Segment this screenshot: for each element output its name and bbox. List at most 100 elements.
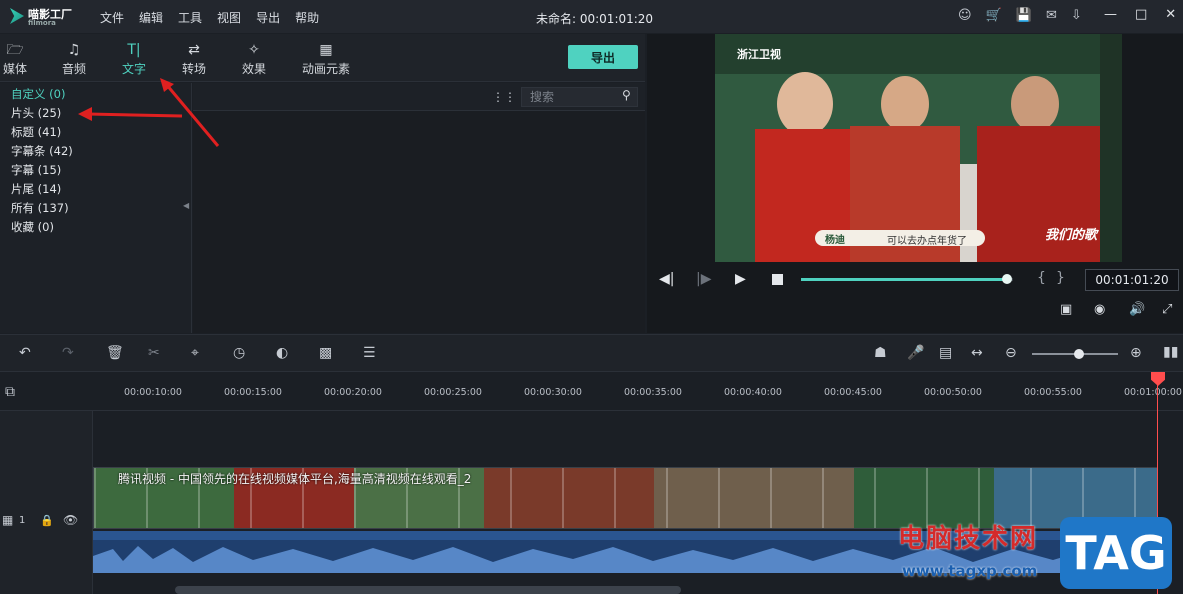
collapse-arrow-icon[interactable]: ◀ [183,201,189,210]
arrowhead-opener [78,107,92,121]
ruler-tick: 00:01:00:00 [1124,387,1182,398]
category-all[interactable]: 所有 (137) [11,200,69,216]
annotation-arrows [78,78,220,147]
ruler-tick: 00:00:50:00 [924,387,982,398]
redo-icon[interactable]: ↷ [62,345,74,361]
preview-timecode: 00:01:01:20 [1085,269,1179,291]
adjust-icon[interactable]: ☰ [363,345,376,361]
mark-out-icon[interactable]: } [1056,270,1065,286]
lock-icon[interactable]: 🔒 [40,514,54,527]
cut-icon[interactable]: ✂ [148,345,160,361]
watermark-text: 电脑技术网 [898,524,1039,554]
category-titles[interactable]: 标题 (41) [11,124,61,140]
volume-icon[interactable]: 🔊 [1129,302,1145,317]
track-header [0,411,93,594]
account-icon[interactable]: ☺ [958,8,972,23]
category-lower-thirds[interactable]: 字幕条 (42) [11,143,73,159]
undo-icon[interactable]: ↶ [19,345,31,361]
video-track-icon: ▦ [2,513,14,527]
clip-title: 腾讯视频 - 中国领先的在线视频媒体平台,海量高清视频在线观看_2 [118,472,472,486]
tab-label: 媒体 [3,62,28,76]
tab-media[interactable]: 🗁 媒体 [3,40,27,77]
render-preview-icon[interactable]: ▣ [1060,302,1072,317]
progress-fill [801,278,1007,281]
window-controls: — □ ✕ [1104,7,1176,22]
empty-track [93,411,1183,467]
tab-label: 动画元素 [302,62,351,76]
eye-icon[interactable]: 👁 [63,513,78,527]
ruler-tick: 00:00:20:00 [324,387,382,398]
ruler-tick: 00:00:30:00 [524,387,582,398]
ruler-tick: 00:00:25:00 [424,387,482,398]
crop-icon[interactable]: ⌖ [191,345,199,361]
menu-view[interactable]: 视图 [217,9,241,26]
voiceover-icon[interactable]: ▤ [939,345,952,361]
caption-name: 杨迪 [825,235,845,246]
split-view-icon[interactable]: ▮▮ [1163,344,1178,360]
speed-icon[interactable]: ◷ [233,345,245,361]
download-icon[interactable]: ⇩ [1071,8,1082,23]
watermark-url: www.tagxp.com [902,562,1038,580]
prev-frame-icon[interactable]: ◀| [659,271,674,287]
ruler-tick: 00:00:45:00 [824,387,882,398]
search-icon[interactable]: ⚲ [622,88,631,102]
track-number: 1 [19,515,26,526]
menu-file[interactable]: 文件 [100,9,124,26]
green-screen-icon[interactable]: ▩ [319,345,332,361]
save-icon[interactable]: 💾 [1016,8,1032,23]
category-favorites[interactable]: 收藏 (0) [11,219,54,235]
category-custom[interactable]: 自定义 (0) [11,86,65,102]
fit-icon[interactable]: ↔ [971,345,983,361]
logo-icon [10,8,24,24]
effects-icon: ✧ [248,42,260,58]
menu-export[interactable]: 导出 [256,9,280,26]
caption-text: 可以去办点年货了 [887,236,967,247]
watermark-badge: TAG [1060,517,1172,589]
fullscreen-icon[interactable]: ⤢ [1162,302,1172,317]
transition-icon: ⇄ [188,42,200,58]
tab-elements[interactable]: ▦ 动画元素 [302,40,350,77]
minimize-icon[interactable]: — [1104,7,1117,22]
stop-icon[interactable] [772,274,783,285]
close-icon[interactable]: ✕ [1165,7,1176,22]
ruler-tick: 00:00:55:00 [1024,387,1082,398]
color-icon[interactable]: ◐ [276,345,288,361]
tab-transitions[interactable]: ⇄ 转场 [182,40,206,77]
ruler-tick: 00:00:35:00 [624,387,682,398]
add-track-icon[interactable]: ⧉ [5,384,15,400]
tab-text[interactable]: T| 文字 [119,40,149,85]
mail-icon[interactable]: ✉ [1046,8,1057,23]
mic-icon[interactable]: 🎤 [907,345,924,361]
text-icon: T| [127,42,141,58]
channel-logo: 浙江卫视 [737,48,781,61]
library-tabs: 🗁 媒体 ♫ 音频 T| 文字 ⇄ 转场 ✧ 效果 ▦ 动画元素 [0,34,645,85]
maximize-icon[interactable]: □ [1135,7,1147,22]
category-end-credits[interactable]: 片尾 (14) [11,181,61,197]
mark-in-icon[interactable]: { [1037,270,1046,286]
cart-icon[interactable]: 🛒 [986,8,1002,23]
arrow-to-opener [87,112,183,118]
zoom-in-icon[interactable]: ⊕ [1130,345,1142,361]
timeline-scrollbar[interactable] [175,586,681,594]
header-icons: ☺ 🛒 💾 ✉ ⇩ [958,8,1082,23]
delete-icon[interactable]: 🗑 [106,345,124,361]
tab-label: 转场 [182,62,207,76]
marker-icon[interactable]: ☗ [874,345,887,361]
snapshot-icon[interactable]: ◉ [1094,302,1105,317]
tab-effects[interactable]: ✧ 效果 [242,40,266,77]
menu-edit[interactable]: 编辑 [139,9,163,26]
menu-help[interactable]: 帮助 [295,9,319,26]
next-frame-icon[interactable]: |▶ [696,271,711,287]
menu-tools[interactable]: 工具 [178,9,202,26]
export-button[interactable]: 导出 [568,45,638,69]
category-subtitles[interactable]: 字幕 (15) [11,162,61,178]
video-preview: 浙江卫视 杨迪 可以去办点年货了 我们的歌 [715,34,1122,262]
play-icon[interactable]: ▶ [735,271,746,287]
zoom-out-icon[interactable]: ⊖ [1005,345,1017,361]
tab-audio[interactable]: ♫ 音频 [62,40,86,77]
ruler-tick: 00:00:15:00 [224,387,282,398]
search-input[interactable]: 搜索 [521,87,638,107]
progress-handle[interactable] [1002,274,1012,284]
zoom-handle[interactable] [1074,349,1084,359]
category-opener[interactable]: 片头 (25) [11,105,61,121]
